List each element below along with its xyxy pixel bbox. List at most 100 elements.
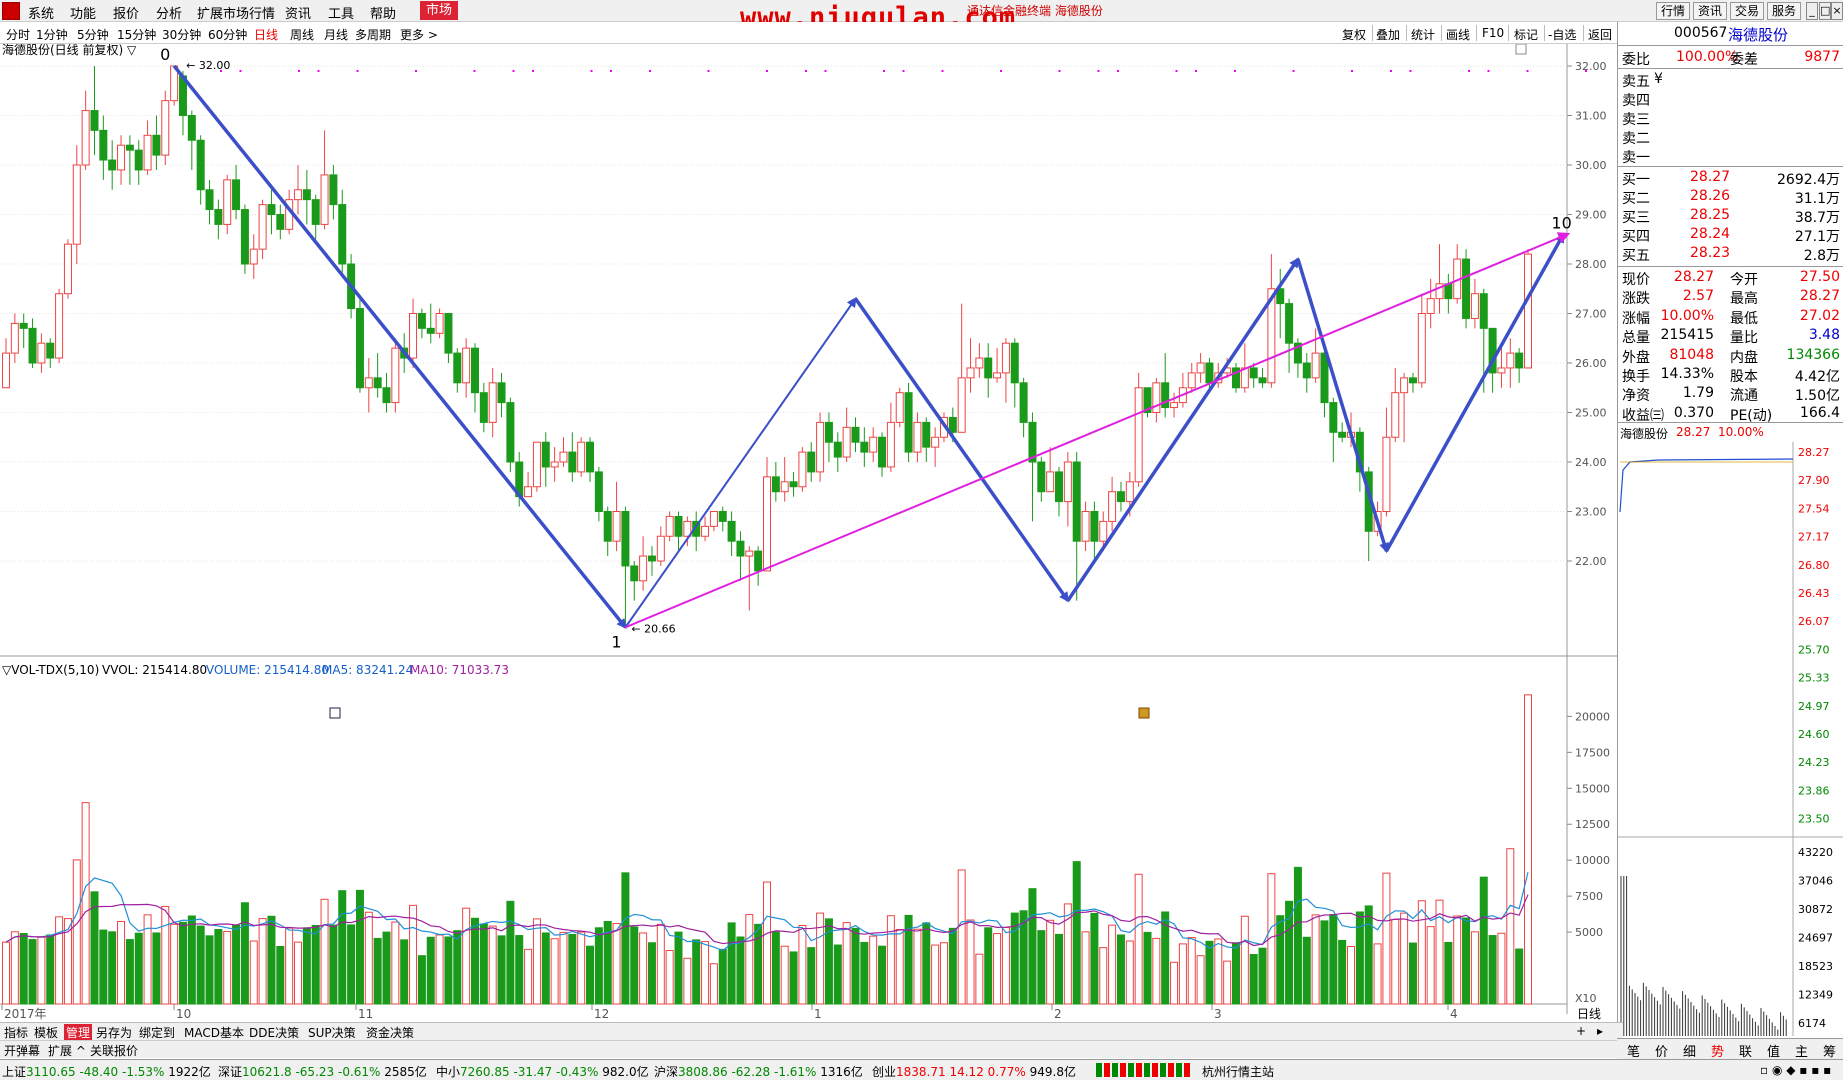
tab-danmu[interactable]: 开弹幕	[4, 1042, 40, 1059]
panel-tab-1[interactable]: 价	[1655, 1041, 1668, 1060]
panel-tab-7[interactable]: 筹	[1823, 1041, 1836, 1060]
idx-price: 7260.85	[460, 1065, 510, 1079]
mini-price-tick: 25.70	[1798, 643, 1830, 656]
signal-dot	[473, 70, 476, 72]
weicha-label: 委差	[1730, 52, 1758, 68]
menu-system[interactable]: 系统	[28, 3, 54, 22]
station-label[interactable]: 杭州行情主站	[1202, 1063, 1274, 1080]
menu-tools[interactable]: 工具	[328, 3, 354, 22]
candle-body	[586, 441, 595, 473]
candle-body	[771, 476, 780, 493]
tool-zixuan[interactable]: -自选	[1548, 26, 1576, 43]
candle-body	[1090, 511, 1099, 542]
close-icon[interactable]: ×	[1831, 2, 1843, 20]
tab-kuozhan[interactable]: 扩展 ^	[48, 1042, 86, 1059]
idx-sh[interactable]: 上证3110.65 -48.40 -1.53% 1922亿	[2, 1063, 211, 1080]
menu-news[interactable]: 资讯	[285, 3, 311, 22]
app-logo-icon[interactable]	[2, 2, 20, 20]
idx-sz[interactable]: 深证10621.8 -65.23 -0.61% 2585亿	[218, 1063, 427, 1080]
idx-cy[interactable]: 创业1838.71 14.12 0.77% 949.8亿	[872, 1063, 1076, 1080]
panel-tab-5[interactable]: 值	[1767, 1041, 1780, 1060]
panel-tab-0[interactable]: 笔	[1627, 1041, 1640, 1060]
period-30min[interactable]: 30分钟	[162, 26, 201, 43]
period-weekly[interactable]: 周线	[290, 26, 314, 43]
menu-ext-market[interactable]: 扩展市场行情	[197, 3, 275, 22]
panel-tab-6[interactable]: 主	[1795, 1041, 1808, 1060]
idx-name: 深证	[218, 1065, 243, 1079]
tab-guanlian[interactable]: 关联报价	[90, 1042, 138, 1059]
period-fenshi[interactable]: 分时	[6, 26, 30, 43]
panel-tab-4[interactable]: 联	[1739, 1041, 1752, 1060]
tab-zhibiao[interactable]: 指标	[4, 1024, 28, 1041]
candle-body	[232, 179, 241, 211]
tab-sup[interactable]: SUP决策	[308, 1024, 356, 1041]
volume-bar	[134, 932, 143, 1005]
volume-bar	[630, 926, 639, 1005]
period-toolbar: 分时 1分钟 5分钟 15分钟 30分钟 60分钟 日线 周线 月线 多周期 更…	[0, 22, 1623, 44]
candle-body	[727, 520, 736, 542]
menu-function[interactable]: 功能	[70, 3, 96, 22]
stock-name[interactable]: 海德股份	[1728, 24, 1788, 45]
candle-body	[1170, 402, 1179, 409]
tool-fuquan[interactable]: 复权	[1342, 26, 1366, 43]
idx-hs[interactable]: 沪深3808.86 -62.28 -1.61% 1316亿	[654, 1063, 863, 1080]
mini-price-tick: 24.97	[1798, 700, 1830, 713]
tool-huaxian[interactable]: 画线	[1446, 26, 1470, 43]
topbtn-zixun[interactable]: 资讯	[1693, 2, 1727, 20]
tab-lingcunwei[interactable]: 另存为	[96, 1024, 132, 1041]
signal-dot	[1526, 70, 1529, 72]
tool-biaoji[interactable]: 标记	[1514, 26, 1538, 43]
tab-macd[interactable]: MACD基本	[184, 1024, 244, 1041]
topbtn-jiaoyi[interactable]: 交易	[1730, 2, 1764, 20]
tool-diejia[interactable]: 叠加	[1376, 26, 1400, 43]
volume-bar	[1400, 912, 1409, 1005]
date-tick-label: 11	[358, 1007, 373, 1021]
tab-bangdingdao[interactable]: 绑定到	[139, 1024, 175, 1041]
period-60min[interactable]: 60分钟	[208, 26, 247, 43]
topbtn-hangqing[interactable]: 行情	[1656, 2, 1690, 20]
volume-bar	[1453, 915, 1462, 1005]
menu-market[interactable]: 市场	[420, 1, 459, 20]
idx-zx[interactable]: 中小7260.85 -31.47 -0.43% 982.0亿	[436, 1063, 649, 1080]
panel-tab-3[interactable]: 势	[1711, 1041, 1724, 1060]
volume-bar	[417, 955, 426, 1005]
buy-label: 买五	[1622, 248, 1650, 264]
scroll-right-icon[interactable]: ▸	[1597, 1024, 1603, 1038]
minimize-icon[interactable]: _	[1806, 2, 1818, 20]
menu-help[interactable]: 帮助	[370, 3, 396, 22]
tray-icons[interactable]: ▫ ◉ ◆ ▪ ▪ ▪	[1760, 1063, 1831, 1077]
volume-bar	[1152, 937, 1161, 1005]
candle-body	[462, 347, 471, 384]
period-15min[interactable]: 15分钟	[117, 26, 156, 43]
volume-bar	[727, 922, 736, 1005]
period-daily[interactable]: 日线	[254, 26, 278, 43]
tool-tongji[interactable]: 统计	[1411, 26, 1435, 43]
vol-tick-label: 5000	[1575, 926, 1603, 939]
idx-pct: 0.77%	[987, 1065, 1026, 1079]
add-tab-icon[interactable]: +	[1576, 1024, 1586, 1038]
candle-body	[81, 110, 90, 166]
period-1min[interactable]: 1分钟	[36, 26, 68, 43]
tab-dde[interactable]: DDE决策	[249, 1024, 299, 1041]
mini-intraday-chart[interactable]: 28.27 27.90 27.54 27.17 26.80 26.43 26.07 25.70…	[1618, 442, 1843, 1036]
period-monthly[interactable]: 月线	[324, 26, 348, 43]
tab-muban[interactable]: 模板	[34, 1024, 58, 1041]
volume-bar	[754, 923, 763, 1005]
menu-quote[interactable]: 报价	[113, 3, 139, 22]
period-more[interactable]: 更多 >	[400, 26, 438, 43]
panel-tab-2[interactable]: 细	[1683, 1041, 1696, 1060]
topbtn-fuwu[interactable]: 服务	[1767, 2, 1801, 20]
stat-row: 总量 215415 量比 3.48	[1618, 326, 1843, 346]
tab-guanli[interactable]: 管理	[64, 1024, 93, 1041]
tab-zijin[interactable]: 资金决策	[366, 1024, 414, 1041]
mini-price-tick: 24.23	[1798, 756, 1830, 769]
maximize-icon[interactable]: □	[1819, 2, 1831, 20]
tool-f10[interactable]: F10	[1482, 26, 1504, 40]
main-chart[interactable]: 32.00 31.00 30.00 29.00 28.00 27.00 26.00 25.00…	[0, 44, 1617, 1022]
period-multi[interactable]: 多周期	[355, 26, 391, 43]
menu-analysis[interactable]: 分析	[156, 3, 182, 22]
period-5min[interactable]: 5分钟	[77, 26, 109, 43]
candle-body	[1258, 377, 1267, 384]
tool-fanhui[interactable]: 返回	[1588, 26, 1612, 43]
vol-legend-name: ▽VOL-TDX(5,10)	[2, 663, 99, 677]
